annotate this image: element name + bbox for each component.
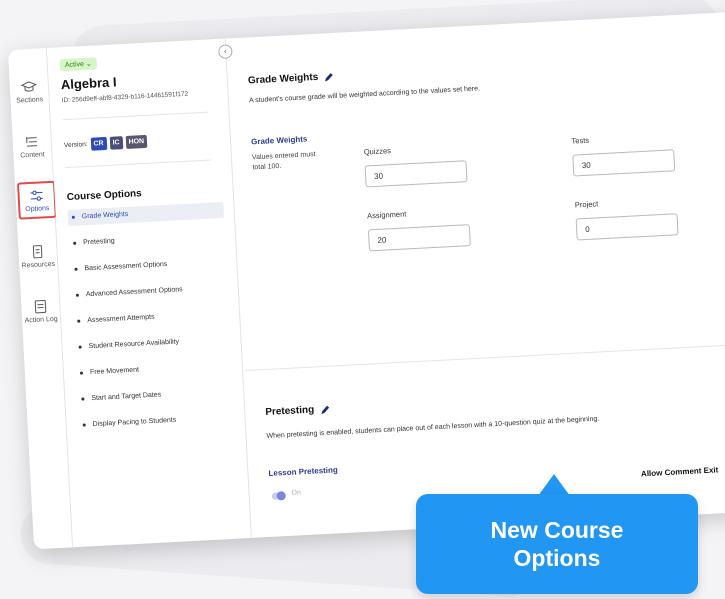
chevron-left-icon: ‹ [223, 46, 227, 56]
toggle-state-label: On [291, 489, 302, 497]
option-label: Display Pacing to Students [92, 416, 177, 429]
grade-weights-description: A student's course grade will be weighte… [248, 85, 481, 105]
rail-label: Sections [16, 96, 44, 105]
option-label: Basic Assessment Options [84, 260, 168, 273]
rail-item-sections[interactable]: Sections [12, 78, 47, 105]
lesson-pretesting-subtitle: Lesson Pretesting [268, 465, 339, 478]
assignment-input[interactable]: 20 [367, 224, 471, 252]
graduation-cap-icon [20, 81, 38, 92]
sliders-icon [30, 190, 43, 201]
rail-item-content[interactable]: Content [14, 133, 49, 160]
version-badge-hon[interactable]: HON [125, 134, 148, 149]
divider [65, 159, 212, 169]
rail-item-options[interactable]: Options [16, 180, 57, 220]
status-label: Active [64, 61, 85, 70]
pencil-icon[interactable] [324, 71, 335, 82]
status-dropdown[interactable]: Active ⌄ [59, 57, 98, 72]
rail-label: Options [25, 205, 50, 214]
course-options-title: Course Options [66, 188, 143, 204]
chevron-down-icon: ⌄ [85, 60, 92, 68]
lesson-pretesting-toggle[interactable] [271, 492, 286, 500]
rail-label: Resources [21, 260, 56, 270]
divider [62, 111, 209, 121]
quizzes-input[interactable]: 30 [364, 160, 468, 188]
pretesting-title: Pretesting [265, 404, 315, 419]
course-options-list: Grade Weights Pretesting Basic Assessmen… [67, 201, 235, 444]
version-label: Version: [63, 140, 88, 150]
callout-line-1: New Course [490, 517, 624, 543]
list-icon [26, 137, 38, 147]
grade-weights-title: Grade Weights [247, 71, 319, 87]
course-sidebar: Active ⌄ Algebra I ID: 256d9eff-abf8-432… [46, 38, 252, 548]
main-content: Grade Weights A student's course grade w… [228, 11, 725, 538]
rail-label: Content [20, 151, 45, 160]
rail-item-action-log[interactable]: Action Log [23, 298, 58, 325]
project-label: Project [574, 199, 599, 210]
pencil-icon[interactable] [320, 404, 331, 415]
quizzes-label: Quizzes [363, 146, 392, 157]
project-input[interactable]: 0 [575, 213, 679, 241]
grade-weights-subtitle: Grade Weights [250, 134, 308, 147]
grade-weights-note: Values entered must total 100. [251, 151, 316, 172]
option-label: Pretesting [83, 237, 115, 247]
document-icon [32, 245, 43, 259]
course-title: Algebra I [60, 74, 117, 93]
pretesting-description: When pretesting is enabled, students can… [266, 415, 600, 440]
rail-item-resources[interactable]: Resources [20, 243, 55, 270]
tests-label: Tests [571, 135, 590, 146]
version-badge-ic[interactable]: IC [109, 136, 123, 150]
course-id: ID: 256d9eff-abf8-4329-b116-14461591f172 [61, 90, 189, 105]
callout-arrow [538, 474, 570, 496]
pretesting-title-row: Pretesting [265, 404, 330, 418]
option-label: Start and Target Dates [91, 391, 162, 403]
version-row: Version: CR IC HON [63, 134, 148, 152]
grade-weights-title-row: Grade Weights [247, 71, 335, 87]
option-label: Free Movement [89, 366, 140, 377]
assignment-label: Assignment [366, 209, 407, 221]
option-label: Student Resource Availability [88, 338, 180, 351]
option-label: Advanced Assessment Options [85, 286, 183, 299]
section-divider [245, 342, 725, 372]
version-badge-cr[interactable]: CR [90, 136, 107, 151]
callout-line-2: Options [513, 545, 601, 571]
new-course-options-callout: New Course Options [416, 494, 698, 594]
log-icon [34, 299, 47, 314]
rail-label: Action Log [24, 315, 58, 325]
option-label: Assessment Attempts [87, 313, 155, 325]
allow-comment-exit-label: Allow Comment Exit [640, 465, 719, 479]
tests-input[interactable]: 30 [572, 149, 676, 177]
app-window: Sections Content Options Resources Actio… [8, 11, 725, 550]
option-label: Grade Weights [67, 201, 225, 227]
